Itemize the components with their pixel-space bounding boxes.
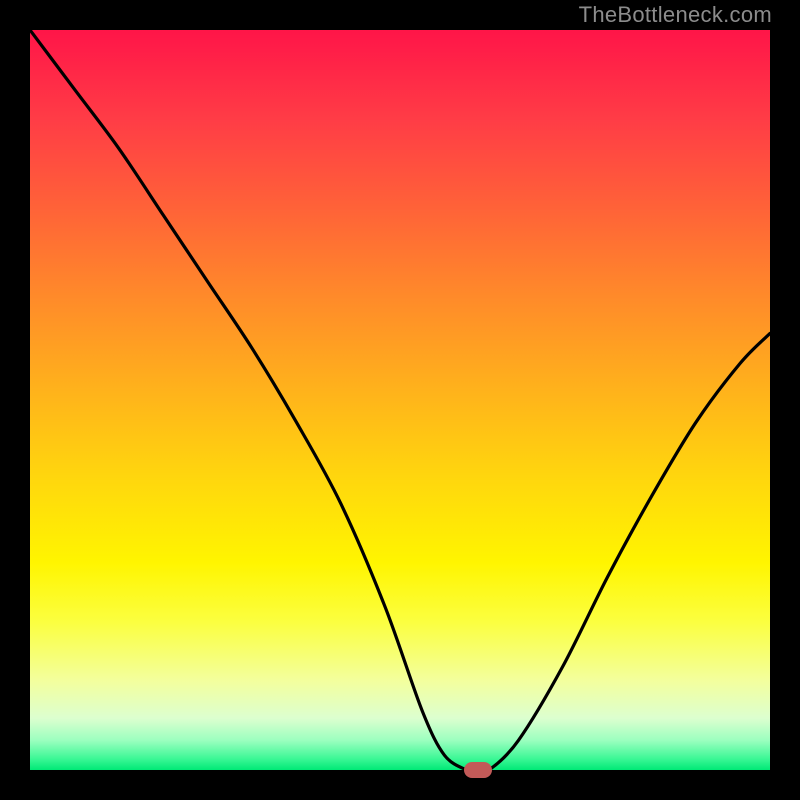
bottleneck-curve [30,30,770,770]
bottleneck-marker [464,762,492,778]
watermark-text: TheBottleneck.com [579,2,772,28]
curve-svg [30,30,770,770]
plot-area [30,30,770,770]
chart-frame: TheBottleneck.com [0,0,800,800]
